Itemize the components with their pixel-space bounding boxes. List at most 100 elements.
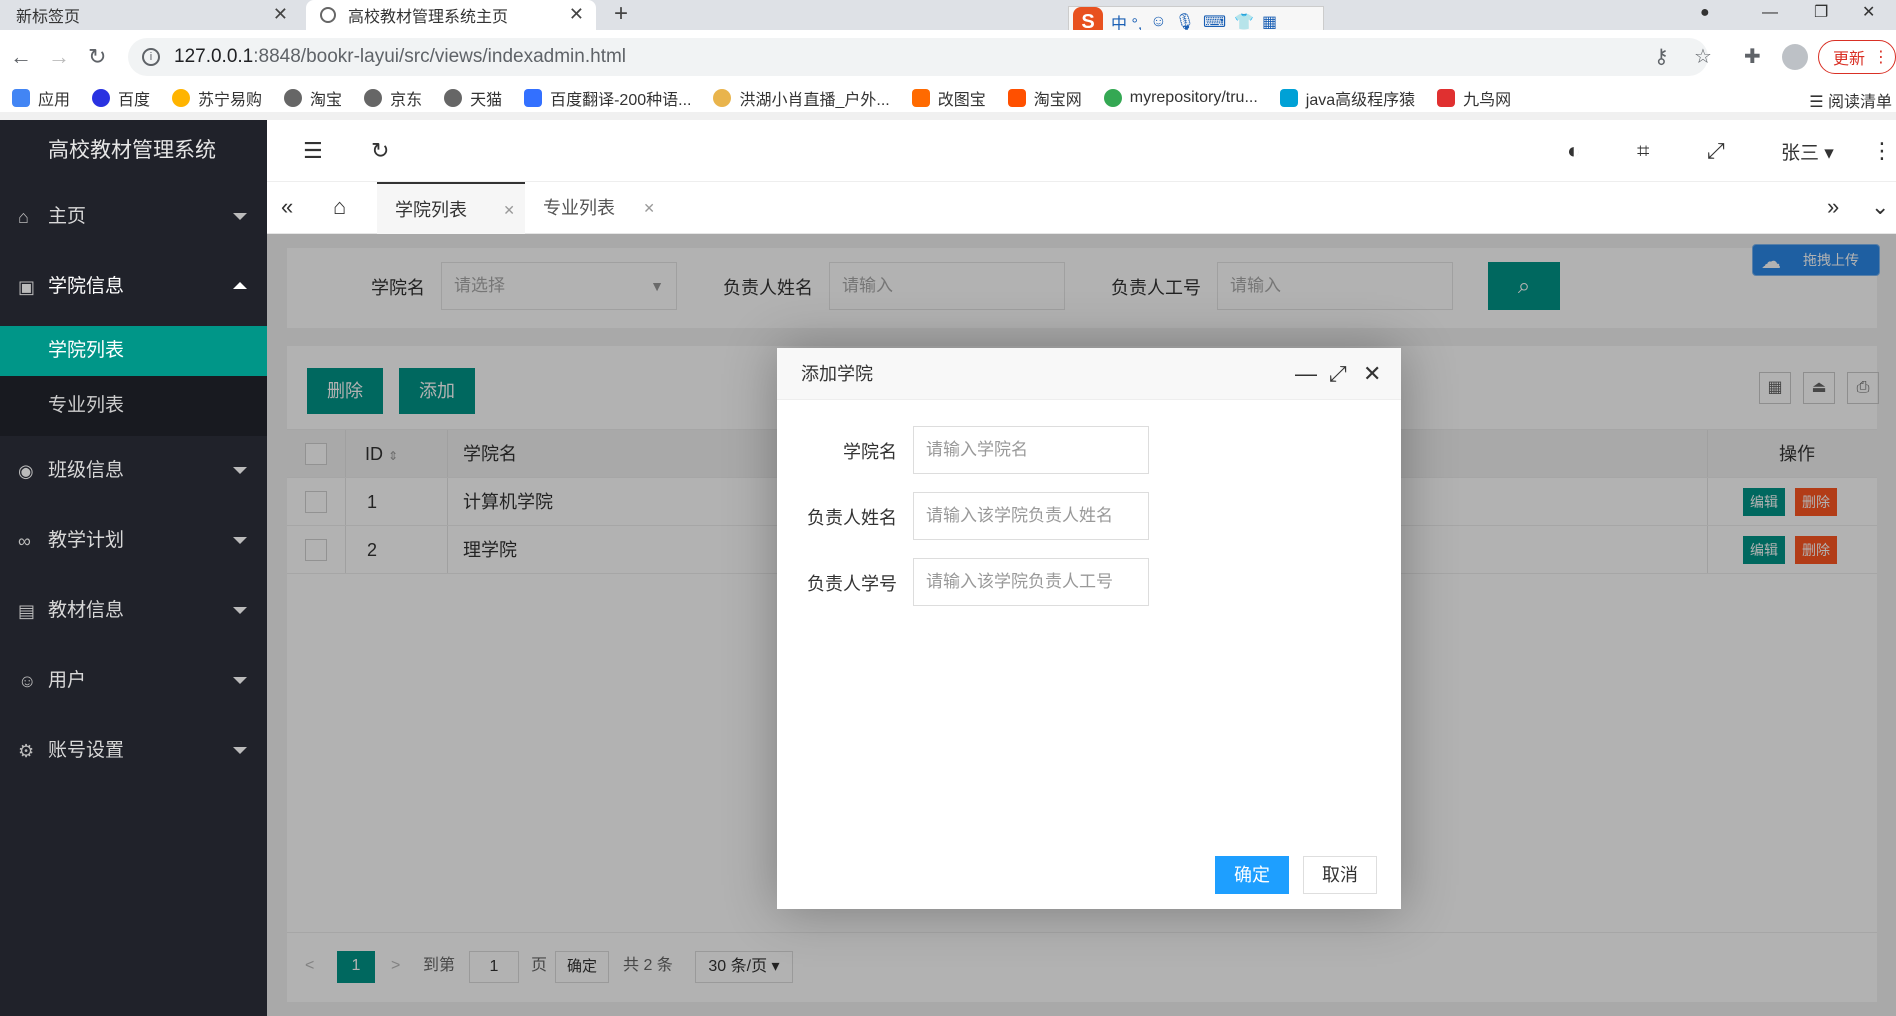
bird-icon: [1437, 89, 1456, 107]
menu-collapse-icon[interactable]: ☰: [303, 138, 323, 164]
college-name-field-box: [913, 426, 1149, 474]
reading-list[interactable]: ☰ 阅读清单: [1809, 88, 1892, 112]
confirm-button[interactable]: 确定: [1215, 856, 1289, 894]
info-icon[interactable]: i: [142, 48, 160, 66]
key-icon[interactable]: ⚷: [1654, 44, 1669, 69]
bookmark-item[interactable]: 改图宝: [911, 86, 986, 110]
tag-icon[interactable]: ⌗: [1637, 138, 1649, 164]
sidebar-item-home[interactable]: ⌂ 主页: [0, 182, 267, 252]
bookmark-apps[interactable]: 应用: [12, 86, 70, 110]
maximize-icon[interactable]: ⤢: [1329, 348, 1347, 400]
avatar[interactable]: [1782, 44, 1808, 70]
browser-tab-title: 高校教材管理系统主页: [348, 9, 509, 26]
microphone-icon[interactable]: 🎙: [1175, 12, 1195, 32]
cancel-button[interactable]: 取消: [1303, 856, 1377, 894]
sidebar-item-class-info[interactable]: ◉ 班级信息: [0, 436, 267, 506]
college-name-input[interactable]: [914, 427, 1148, 473]
bookmark-item[interactable]: 天猫: [444, 86, 502, 110]
sidebar-item-label: 账号设置: [48, 740, 125, 761]
user-name: 张三: [1781, 143, 1820, 164]
reload-icon[interactable]: ↻: [88, 44, 106, 70]
more-vert-icon[interactable]: ⋮: [1871, 138, 1893, 164]
update-button[interactable]: 更新 ⋮: [1818, 40, 1896, 74]
compass-icon: ◉: [18, 461, 34, 481]
grid-icon[interactable]: ▦: [1262, 12, 1277, 32]
star-icon[interactable]: ☆: [1694, 44, 1712, 69]
profile-dropdown-icon[interactable]: ●: [1700, 0, 1710, 30]
bookmark-label: 淘宝网: [1033, 92, 1082, 109]
sidebar-item-textbook-info[interactable]: ▤ 教材信息: [0, 576, 267, 646]
extensions-icon[interactable]: ✚: [1744, 44, 1761, 69]
user-menu[interactable]: 张三 ▾: [1781, 138, 1834, 165]
new-tab-icon[interactable]: +: [614, 0, 628, 28]
college-name-label: 学院名: [843, 442, 897, 462]
page-tabs-bar: « ⌂ 学院列表 ✕ 专业列表 ✕ » ⌄: [267, 182, 1896, 234]
reading-list-icon: ☰: [1809, 94, 1828, 111]
close-icon[interactable]: ✕: [503, 184, 515, 236]
close-icon[interactable]: ✕: [1363, 348, 1381, 400]
url-field[interactable]: i 127.0.0.1:8848/bookr-layui/src/views/i…: [128, 38, 1708, 76]
minimize-icon[interactable]: —: [1762, 0, 1778, 30]
bookmark-item[interactable]: 洪湖小肖直播_户外...: [713, 86, 890, 110]
dialog-title: 添加学院: [801, 364, 873, 384]
tab-major-list[interactable]: 专业列表 ✕: [525, 182, 665, 234]
home-icon[interactable]: ⌂: [333, 194, 346, 220]
bookmark-item[interactable]: 百度翻译-200种语...: [524, 86, 691, 110]
back-icon[interactable]: ←: [10, 44, 32, 70]
translate-icon: [524, 89, 543, 107]
double-chevron-right-icon[interactable]: »: [1827, 194, 1839, 220]
keyboard-icon[interactable]: ⌨: [1203, 12, 1226, 32]
sidebar-item-college-info[interactable]: ▣ 学院信息: [0, 252, 267, 322]
gaitubao-icon: [911, 89, 930, 107]
double-chevron-left-icon[interactable]: «: [281, 194, 293, 220]
bookmark-label: java高级程序猿: [1305, 92, 1416, 109]
sidebar-item-account-settings[interactable]: ⚙ 账号设置: [0, 716, 267, 786]
refresh-icon[interactable]: ↻: [371, 138, 389, 164]
bookmark-item[interactable]: 百度: [92, 86, 150, 110]
theme-icon[interactable]: ◐: [1567, 138, 1580, 164]
globe-icon: [284, 89, 303, 107]
leader-name-field-box: [913, 492, 1149, 540]
chevron-down-icon[interactable]: ⌄: [1871, 194, 1889, 220]
close-icon[interactable]: ✕: [569, 4, 584, 25]
forward-icon[interactable]: →: [48, 44, 70, 70]
minimize-icon[interactable]: —: [1295, 348, 1317, 400]
close-window-icon[interactable]: ✕: [1862, 0, 1875, 30]
bookmark-item[interactable]: 淘宝网: [1007, 86, 1082, 110]
sidebar-item-college-list[interactable]: 学院列表: [0, 326, 267, 376]
bookmark-item[interactable]: java高级程序猿: [1279, 86, 1416, 110]
browser-tab-active[interactable]: 高校教材管理系统主页 ✕: [306, 0, 596, 30]
bookmark-label: 百度: [118, 92, 151, 109]
leader-name-input[interactable]: [914, 493, 1148, 539]
sidebar-item-users[interactable]: ☺ 用户: [0, 646, 267, 716]
dialog-header: 添加学院 — ⤢ ✕: [777, 348, 1401, 400]
bookmarks-bar: 应用 百度 苏宁易购 淘宝 京东 天猫 百度翻译-200种语... 洪湖小肖直播…: [0, 84, 1896, 112]
chevron-up-icon: [233, 282, 247, 289]
sidebar-item-major-list[interactable]: 专业列表: [0, 376, 267, 436]
fullscreen-icon[interactable]: ⤢: [1707, 138, 1725, 164]
sidebar-item-teaching-plan[interactable]: ∞ 教学计划: [0, 506, 267, 576]
update-label: 更新: [1833, 51, 1866, 68]
bookmark-label: 洪湖小肖直播_户外...: [739, 92, 890, 109]
book-icon: ▤: [18, 601, 36, 621]
close-icon[interactable]: ✕: [643, 182, 655, 234]
bookmark-item[interactable]: 京东: [364, 86, 422, 110]
suning-icon: [172, 89, 191, 107]
tab-label: 学院列表: [395, 200, 467, 220]
more-vert-icon: ⋮: [1873, 49, 1890, 66]
skin-icon[interactable]: 👕: [1234, 12, 1254, 32]
bookmark-item[interactable]: 淘宝: [284, 86, 342, 110]
chevron-down-icon: [233, 467, 247, 474]
emoji-icon[interactable]: ☺: [1150, 13, 1166, 31]
browser-tab-newtab[interactable]: 新标签页 ✕: [0, 0, 300, 30]
bookmark-label: 改图宝: [937, 92, 986, 109]
restore-icon[interactable]: ❐: [1814, 0, 1828, 30]
tab-college-list[interactable]: 学院列表 ✕: [377, 182, 525, 234]
leader-id-input[interactable]: [914, 559, 1148, 605]
bookmark-item[interactable]: myrepository/tru...: [1103, 89, 1258, 107]
reading-list-label: 阅读清单: [1827, 94, 1892, 111]
bookmark-item[interactable]: 苏宁易购: [172, 86, 262, 110]
close-icon[interactable]: ✕: [273, 4, 288, 25]
bookmark-item[interactable]: 九鸟网: [1437, 86, 1511, 110]
home-icon: ⌂: [18, 207, 29, 227]
